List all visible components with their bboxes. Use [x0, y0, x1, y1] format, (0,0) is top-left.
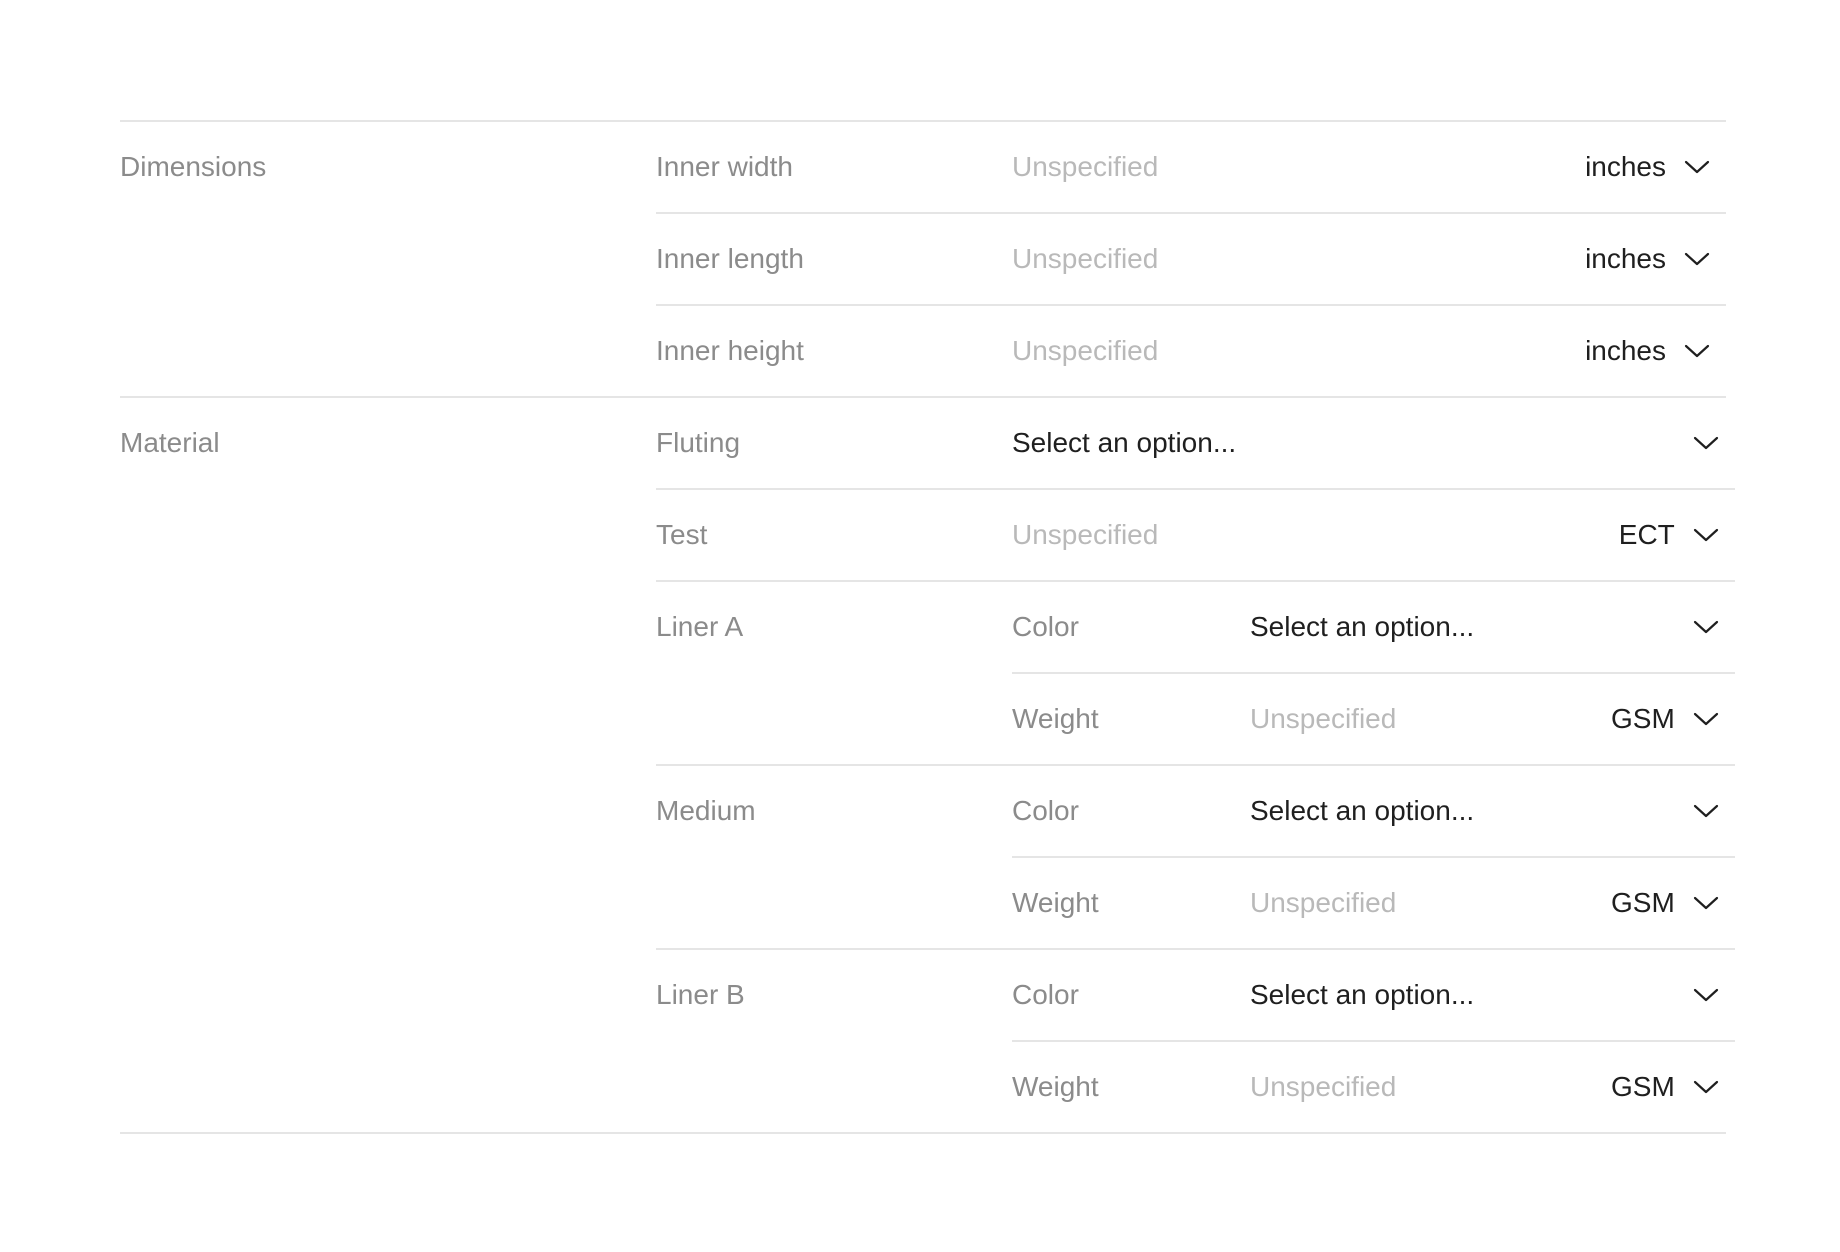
- medium-color-row: Color Select an option...: [1012, 766, 1735, 856]
- chevron-down-icon: [1693, 527, 1719, 543]
- medium-group: Color Select an option... Weight GSM: [1012, 766, 1735, 948]
- liner-b-weight-row: Weight GSM: [1012, 1040, 1735, 1132]
- unit-label: GSM: [1611, 1071, 1675, 1102]
- unit-label: GSM: [1611, 703, 1675, 734]
- select-value: Select an option...: [1250, 611, 1475, 642]
- field-fluting: Fluting Select an option...: [656, 398, 1735, 488]
- liner-b-group: Color Select an option... Weight GSM: [1012, 950, 1735, 1132]
- liner-b-color-row: Color Select an option...: [1012, 950, 1735, 1040]
- unit-label: inches: [1585, 243, 1666, 274]
- medium-weight-unit-select[interactable]: GSM: [1611, 887, 1735, 919]
- dimensions-fields: Inner width inches Inner length: [656, 122, 1726, 396]
- unit-label: inches: [1585, 151, 1666, 182]
- liner-b-color-select[interactable]: Select an option...: [1250, 979, 1735, 1011]
- test-unit-select[interactable]: ECT: [1619, 519, 1735, 551]
- chevron-down-icon: [1693, 803, 1719, 819]
- field-label: Test: [656, 519, 708, 550]
- sub-label: Weight: [1012, 887, 1099, 918]
- inner-length-unit-select[interactable]: inches: [1585, 243, 1726, 275]
- field-label: Liner B: [656, 979, 745, 1010]
- material-section: Material Fluting Select an option... Tes…: [120, 396, 1735, 1134]
- medium-weight-row: Weight GSM: [1012, 856, 1735, 948]
- field-inner-height: Inner height inches: [656, 304, 1726, 396]
- select-value: Select an option...: [1012, 427, 1237, 458]
- section-label-material: Material: [120, 427, 220, 458]
- field-label: Fluting: [656, 427, 741, 458]
- field-test: Test ECT: [656, 488, 1735, 580]
- unit-label: ECT: [1618, 519, 1675, 550]
- fluting-select[interactable]: Select an option...: [1012, 427, 1735, 459]
- select-value: Select an option...: [1250, 795, 1475, 826]
- section-label-dimensions: Dimensions: [120, 151, 267, 182]
- sub-label: Color: [1012, 795, 1079, 826]
- field-control: inches: [1012, 122, 1726, 212]
- chevron-down-icon: [1693, 711, 1719, 727]
- chevron-down-icon: [1684, 343, 1710, 359]
- liner-b-weight-input[interactable]: [1250, 1067, 1611, 1107]
- field-medium: Medium Color Select an option... Weight: [656, 764, 1735, 948]
- liner-a-weight-input[interactable]: [1250, 699, 1611, 739]
- field-control: inches: [1012, 306, 1726, 396]
- inner-height-unit-select[interactable]: inches: [1585, 335, 1726, 367]
- dimensions-section: Dimensions Inner width inches Inner leng…: [120, 120, 1726, 396]
- liner-a-weight-row: Weight GSM: [1012, 672, 1735, 764]
- inner-width-input[interactable]: [1012, 147, 1586, 187]
- inner-height-input[interactable]: [1012, 331, 1586, 371]
- sub-label: Weight: [1012, 1071, 1099, 1102]
- chevron-down-icon: [1693, 987, 1719, 1003]
- spec-form: Dimensions Inner width inches Inner leng…: [120, 120, 1735, 1134]
- field-liner-a: Liner A Color Select an option... Weight: [656, 580, 1735, 764]
- sub-label: Weight: [1012, 703, 1099, 734]
- unit-label: GSM: [1611, 887, 1675, 918]
- liner-a-group: Color Select an option... Weight GSM: [1012, 582, 1735, 764]
- chevron-down-icon: [1684, 251, 1710, 267]
- unit-label: inches: [1585, 335, 1666, 366]
- inner-width-unit-select[interactable]: inches: [1585, 151, 1726, 183]
- field-label: Medium: [656, 795, 756, 826]
- liner-a-color-row: Color Select an option...: [1012, 582, 1735, 672]
- chevron-down-icon: [1693, 895, 1719, 911]
- chevron-down-icon: [1693, 619, 1719, 635]
- test-input[interactable]: [1012, 515, 1619, 555]
- liner-a-color-select[interactable]: Select an option...: [1250, 611, 1735, 643]
- field-inner-length: Inner length inches: [656, 212, 1726, 304]
- sub-label: Color: [1012, 611, 1079, 642]
- chevron-down-icon: [1684, 159, 1710, 175]
- medium-weight-input[interactable]: [1250, 883, 1611, 923]
- liner-a-weight-unit-select[interactable]: GSM: [1611, 703, 1735, 735]
- field-control: inches: [1012, 214, 1726, 304]
- field-label: Inner height: [656, 335, 804, 366]
- field-label: Inner length: [656, 243, 804, 274]
- field-control: ECT: [1012, 490, 1735, 580]
- field-control: Select an option...: [1012, 398, 1735, 488]
- field-liner-b: Liner B Color Select an option... Weight: [656, 948, 1735, 1132]
- sub-label: Color: [1012, 979, 1079, 1010]
- medium-color-select[interactable]: Select an option...: [1250, 795, 1735, 827]
- select-value: Select an option...: [1250, 979, 1475, 1010]
- chevron-down-icon: [1693, 1079, 1719, 1095]
- field-label: Inner width: [656, 151, 793, 182]
- field-inner-width: Inner width inches: [656, 122, 1726, 212]
- inner-length-input[interactable]: [1012, 239, 1586, 279]
- liner-b-weight-unit-select[interactable]: GSM: [1611, 1071, 1735, 1103]
- chevron-down-icon: [1693, 435, 1719, 451]
- field-label: Liner A: [656, 611, 744, 642]
- material-fields: Fluting Select an option... Test E: [656, 398, 1735, 1132]
